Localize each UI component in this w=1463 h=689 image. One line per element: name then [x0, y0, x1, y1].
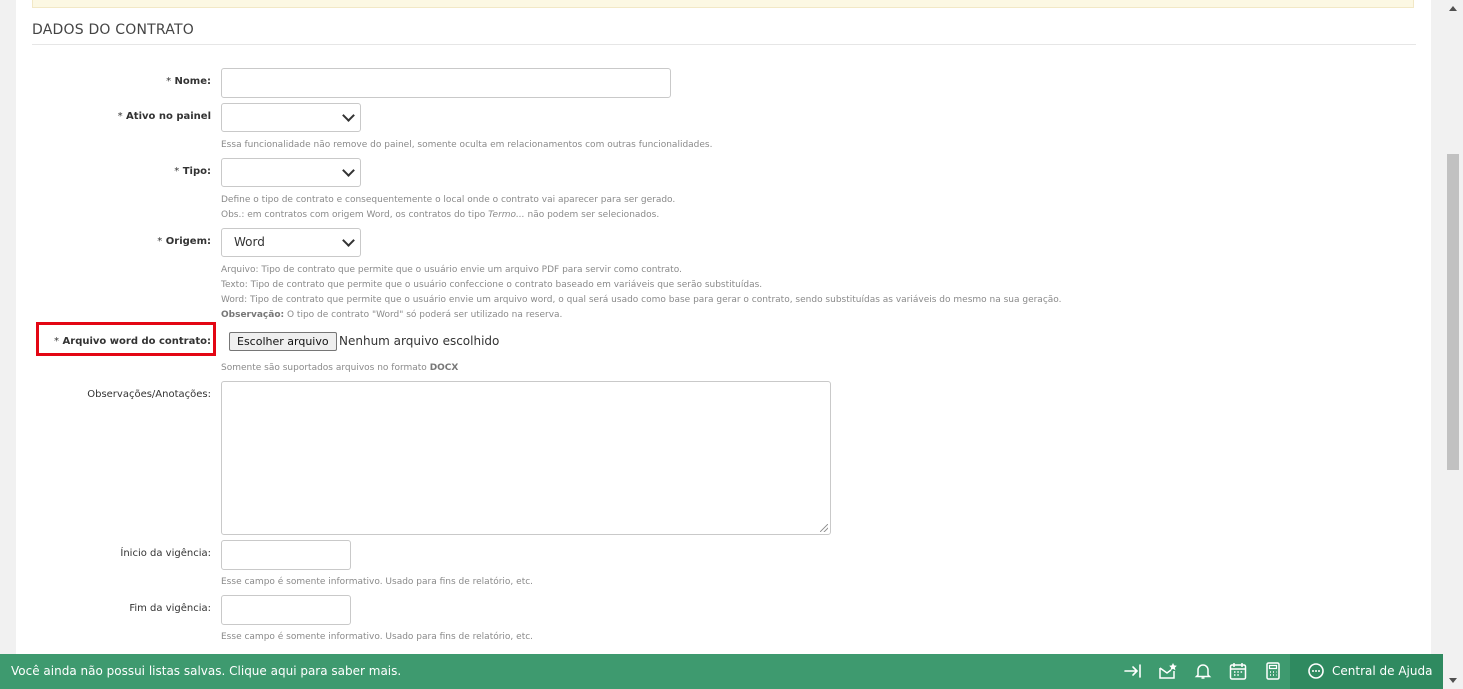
chat-help-icon	[1306, 662, 1326, 680]
collapse-right-icon[interactable]	[1123, 662, 1143, 680]
arquivo-help: Somente são suportados arquivos no forma…	[221, 363, 459, 373]
bottom-bar: Você ainda não possui listas salvas. Cli…	[0, 654, 1443, 689]
origem-select[interactable]: Word	[221, 228, 361, 257]
required-mark: *	[166, 76, 172, 87]
tipo-label: * Tipo:	[174, 166, 211, 177]
origem-label: * Origem:	[157, 236, 211, 247]
fim-input[interactable]	[221, 595, 351, 625]
section-divider	[32, 44, 1416, 45]
resize-grip-icon[interactable]	[820, 524, 828, 532]
mail-star-icon[interactable]	[1158, 662, 1178, 680]
scrollbar-corner	[1443, 654, 1463, 689]
main-content: DADOS DO CONTRATO * Nome: * Ativo no pai…	[16, 0, 1431, 689]
calendar-icon[interactable]	[1228, 662, 1248, 680]
inicio-help: Esse campo é somente informativo. Usado …	[221, 577, 534, 587]
section-title: DADOS DO CONTRATO	[32, 22, 194, 38]
tipo-select[interactable]	[221, 158, 361, 187]
vertical-scrollbar[interactable]	[1443, 0, 1463, 689]
inicio-input[interactable]	[221, 540, 351, 570]
saved-lists-message[interactable]: Você ainda não possui listas salvas. Cli…	[11, 664, 401, 678]
chevron-down-icon	[342, 234, 355, 247]
scroll-up-icon[interactable]	[1449, 6, 1457, 11]
chevron-down-icon	[342, 109, 355, 122]
required-mark: *	[117, 111, 123, 122]
required-mark: *	[157, 236, 163, 247]
arquivo-label: * Arquivo word do contrato:	[54, 336, 211, 347]
help-center-label: Central de Ajuda	[1332, 664, 1433, 678]
nome-input[interactable]	[221, 68, 671, 98]
observacoes-textarea[interactable]	[221, 381, 831, 535]
inicio-label: Ínicio da vigência:	[120, 548, 211, 559]
required-mark: *	[174, 166, 180, 177]
calculator-icon[interactable]	[1263, 662, 1283, 680]
alert-strip	[32, 0, 1414, 8]
fim-help: Esse campo é somente informativo. Usado …	[221, 632, 534, 642]
ativo-select[interactable]	[221, 103, 361, 132]
help-center-button[interactable]: Central de Ajuda	[1290, 654, 1443, 689]
nome-label: * Nome:	[166, 76, 211, 87]
file-status: Nenhum arquivo escolhido	[339, 334, 500, 348]
fim-label: Fim da vigência:	[129, 603, 211, 614]
bell-icon[interactable]	[1193, 662, 1213, 680]
ativo-label: * Ativo no painel	[117, 111, 211, 122]
required-mark: *	[54, 336, 60, 347]
observacoes-label: Observações/Anotações:	[87, 389, 211, 400]
origem-selected-value: Word	[234, 235, 265, 249]
scroll-down-icon[interactable]	[1449, 678, 1457, 683]
scroll-thumb[interactable]	[1447, 154, 1459, 470]
choose-file-button[interactable]: Escolher arquivo	[229, 332, 337, 351]
tipo-help: Define o tipo de contrato e consequentem…	[221, 195, 676, 220]
chevron-down-icon	[342, 164, 355, 177]
origem-help: Arquivo: Tipo de contrato que permite qu…	[221, 265, 1062, 320]
ativo-help: Essa funcionalidade não remove do painel…	[221, 140, 713, 150]
